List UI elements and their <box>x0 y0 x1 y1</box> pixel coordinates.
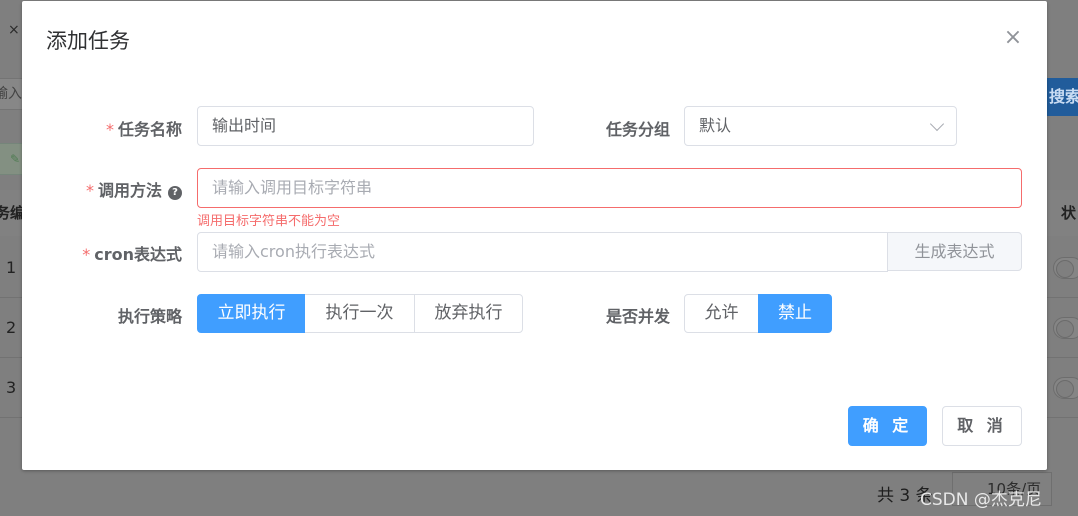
misfire-option-once[interactable]: 执行一次 <box>305 294 415 333</box>
invoke-target-label: * 调用方法? <box>22 177 182 201</box>
background-search-button: 搜索 <box>1046 78 1078 116</box>
background-table-header-status: 状 <box>1047 190 1078 236</box>
required-mark: * <box>85 181 94 200</box>
task-name-label: * 任务名称 <box>22 116 182 140</box>
required-mark: * <box>105 120 114 139</box>
background-row-number: 1 <box>0 238 24 298</box>
dialog-title: 添加任务 <box>46 29 130 53</box>
generate-expression-button[interactable]: 生成表达式 <box>887 232 1022 271</box>
invoke-target-label-text: 调用方法 <box>97 181 162 200</box>
concurrent-option-allow[interactable]: 允许 <box>684 294 759 333</box>
required-mark: * <box>82 245 91 264</box>
task-group-label: 任务分组 <box>605 120 670 139</box>
concurrent-option-forbid[interactable]: 禁止 <box>758 294 832 333</box>
task-group-value: 默认 <box>699 116 732 135</box>
cancel-button[interactable]: 取 消 <box>942 406 1022 446</box>
invoke-target-error: 调用目标字符串不能为空 <box>197 214 341 229</box>
misfire-policy-label: 执行策略 <box>117 307 182 326</box>
invoke-target-input[interactable]: 请输入调用目标字符串 <box>197 168 1022 208</box>
task-name-input[interactable]: 输出时间 <box>197 106 534 146</box>
status-switch <box>1053 257 1078 279</box>
cron-label-text: cron表达式 <box>94 245 182 264</box>
cron-placeholder: 请输入cron执行表达式 <box>212 242 375 261</box>
status-switch <box>1053 377 1078 399</box>
background-edit-button: ✎ <box>0 143 24 175</box>
background-search-input: 输入 <box>0 78 24 110</box>
tab-close-icon: × <box>8 22 20 38</box>
misfire-option-abandon[interactable]: 放弃执行 <box>414 294 523 333</box>
background-row-status <box>1047 298 1078 358</box>
background-row-number: 3 <box>0 358 24 418</box>
close-icon[interactable]: × <box>1002 27 1024 49</box>
invoke-target-placeholder: 请输入调用目标字符串 <box>212 178 373 197</box>
chevron-down-icon <box>929 116 945 132</box>
misfire-option-immediate[interactable]: 立即执行 <box>197 294 306 333</box>
confirm-button[interactable]: 确 定 <box>848 406 927 446</box>
question-circle-icon[interactable]: ? <box>168 186 182 200</box>
background-row-number: 2 <box>0 298 24 358</box>
task-group-select[interactable]: 默认 <box>684 106 957 146</box>
cron-input[interactable]: 请输入cron执行表达式 <box>197 232 888 272</box>
csdn-watermark: CSDN @杰克尼 <box>920 490 1042 510</box>
background-row-status <box>1047 358 1078 418</box>
task-name-label-text: 任务名称 <box>117 120 182 139</box>
concurrent-label: 是否并发 <box>605 307 670 326</box>
background-table-header-id: 务编 <box>0 190 24 236</box>
cron-label: * cron表达式 <box>22 241 182 265</box>
status-switch <box>1053 317 1078 339</box>
background-row-status <box>1047 238 1078 298</box>
add-task-dialog: 添加任务 × * 任务名称 输出时间 任务分组 默认 * 调用方法? 请输入调用目标… <box>22 1 1047 470</box>
